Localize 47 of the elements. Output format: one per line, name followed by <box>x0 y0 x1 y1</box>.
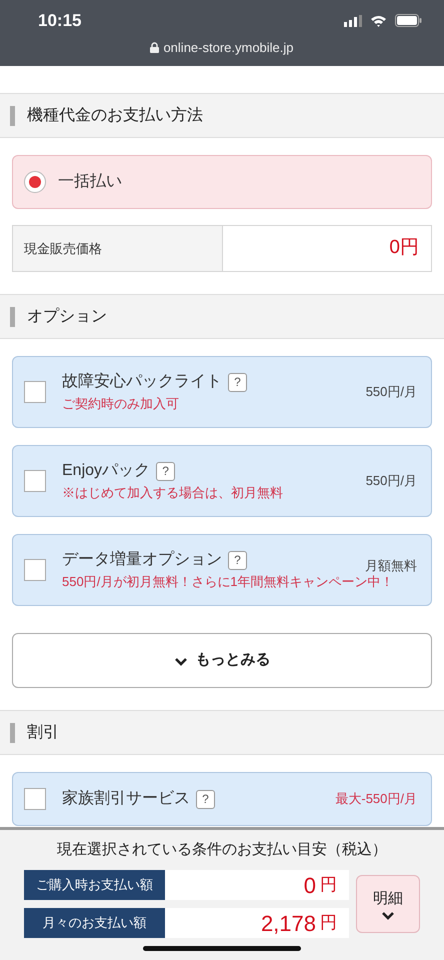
amount-number: 2,178 <box>260 910 316 938</box>
checkbox[interactable] <box>24 381 46 403</box>
option-name: 家族割引サービス <box>62 788 190 809</box>
price-value: 0円 <box>389 236 420 260</box>
option-note: 550円/月が初月無料！さらに1年間無料キャンペーン中！ <box>62 573 395 592</box>
header-accent-bar <box>10 722 15 742</box>
help-button[interactable]: ? <box>156 462 176 481</box>
url-text: online-store.ymobile.jp <box>163 38 294 57</box>
checkbox[interactable] <box>24 559 46 581</box>
help-button[interactable]: ? <box>228 372 247 392</box>
checkbox[interactable] <box>24 788 46 810</box>
payment-option[interactable]: 一括払い <box>12 155 432 209</box>
clock-time: 10:15 <box>37 10 82 32</box>
section-title: 機種代金のお支払い方法 <box>27 106 203 126</box>
chevron-down-icon <box>381 910 395 920</box>
signal-icon <box>344 14 362 27</box>
battery-icon <box>395 14 422 28</box>
lock-icon <box>150 42 160 53</box>
wifi-icon <box>370 14 387 27</box>
option-price: 最大-550円/月 <box>335 790 417 808</box>
chevron-down-icon <box>174 656 188 666</box>
summary-title: 現在選択されている条件のお支払い目安（税込） <box>57 841 387 858</box>
details-button[interactable]: 明細 <box>356 875 420 933</box>
option-note: ご契約時のみ加入可 <box>62 395 180 414</box>
checkbox[interactable] <box>24 470 46 492</box>
more-button[interactable]: もっとみる <box>12 633 432 688</box>
currency-unit: 円 <box>320 912 337 934</box>
header-accent-bar <box>10 106 15 126</box>
currency-unit: 円 <box>320 874 337 896</box>
option-name: データ増量オプション <box>62 549 222 570</box>
help-button[interactable]: ? <box>228 550 247 570</box>
header-accent-bar <box>10 306 15 326</box>
price-label: 現金販売価格 <box>13 226 223 271</box>
section-title: オプション <box>27 306 107 326</box>
option-note: ※はじめて加入する場合は、初月無料 <box>62 484 284 502</box>
help-button[interactable]: ? <box>196 790 215 808</box>
option-price: 月額無料 <box>365 557 417 575</box>
amount-number: 0 <box>304 872 316 900</box>
option-price: 550円/月 <box>366 383 417 402</box>
amount-label: 月々のお支払い額 <box>24 908 165 938</box>
radio-button[interactable] <box>24 171 46 193</box>
amount-label: ご購入時お支払い額 <box>24 870 165 900</box>
option-name: 故障安心パックライト <box>62 372 222 392</box>
section-title: 割引 <box>27 722 59 742</box>
option-name: Enjoyパック <box>62 461 150 482</box>
option-price: 550円/月 <box>366 472 417 490</box>
payment-label: 一括払い <box>58 172 122 192</box>
